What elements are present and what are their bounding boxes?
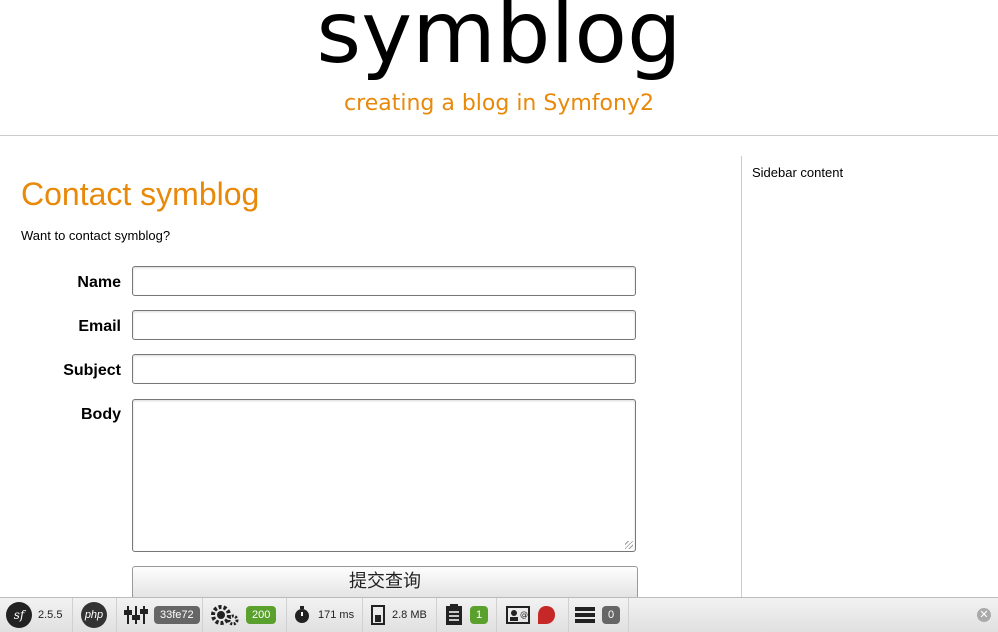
toolbar-time[interactable]: 171 ms xyxy=(286,598,363,632)
toolbar-security[interactable]: @ xyxy=(496,598,569,632)
site-header: symblog creating a blog in Symfony2 xyxy=(0,0,998,136)
gears-icon xyxy=(211,605,239,626)
memory-value: 2.8 MB xyxy=(392,609,427,621)
toolbar-memory[interactable]: 2.8 MB xyxy=(362,598,437,632)
sidebar: Sidebar content xyxy=(741,156,998,597)
user-card-icon: @ xyxy=(506,606,530,624)
svg-text:@: @ xyxy=(520,610,528,619)
site-title[interactable]: symblog xyxy=(0,0,998,88)
toolbar-logs[interactable]: 1 xyxy=(436,598,497,632)
body-label: Body xyxy=(81,406,121,423)
debug-toolbar: sf 2.5.5 php 33fe72 200 171 ms 2.8 MB 1 … xyxy=(0,597,998,632)
subject-label: Subject xyxy=(63,362,121,379)
toolbar-database[interactable]: 0 xyxy=(568,598,629,632)
close-icon[interactable]: ✕ xyxy=(977,608,991,622)
main-content: Contact symblog Want to contact symblog?… xyxy=(0,136,741,600)
toolbar-symfony[interactable]: sf 2.5.5 xyxy=(0,598,73,632)
logs-icon xyxy=(446,604,462,625)
symfony-logo-icon: sf xyxy=(6,602,32,628)
body-textarea[interactable] xyxy=(132,399,636,552)
php-logo-icon: php xyxy=(81,602,107,628)
token-badge: 33fe72 xyxy=(154,606,200,624)
toolbar-token[interactable]: 33fe72 xyxy=(116,598,203,632)
page-title: Contact symblog xyxy=(21,176,260,212)
name-label: Name xyxy=(77,274,121,291)
sidebar-content: Sidebar content xyxy=(752,165,844,180)
email-label: Email xyxy=(78,318,121,335)
time-value: 171 ms xyxy=(318,609,355,621)
name-input[interactable] xyxy=(132,266,636,296)
log-count-badge: 1 xyxy=(470,606,489,624)
submit-button[interactable]: 提交查询 xyxy=(132,566,638,600)
stopwatch-icon xyxy=(295,606,309,623)
config-sliders-icon xyxy=(124,606,148,624)
intro-text: Want to contact symblog? xyxy=(21,228,171,243)
email-input[interactable] xyxy=(132,310,636,340)
db-queries-badge: 0 xyxy=(602,606,621,624)
memory-icon xyxy=(371,605,385,625)
site-tagline: creating a blog in Symfony2 xyxy=(344,91,654,116)
security-status-icon xyxy=(538,606,555,624)
toolbar-php[interactable]: php xyxy=(72,598,117,632)
database-icon xyxy=(575,607,595,623)
symfony-version: 2.5.5 xyxy=(38,609,63,621)
subject-input[interactable] xyxy=(132,354,636,384)
status-code-badge: 200 xyxy=(246,606,277,624)
toolbar-request[interactable]: 200 xyxy=(202,598,287,632)
resize-grip-icon[interactable] xyxy=(625,541,633,549)
